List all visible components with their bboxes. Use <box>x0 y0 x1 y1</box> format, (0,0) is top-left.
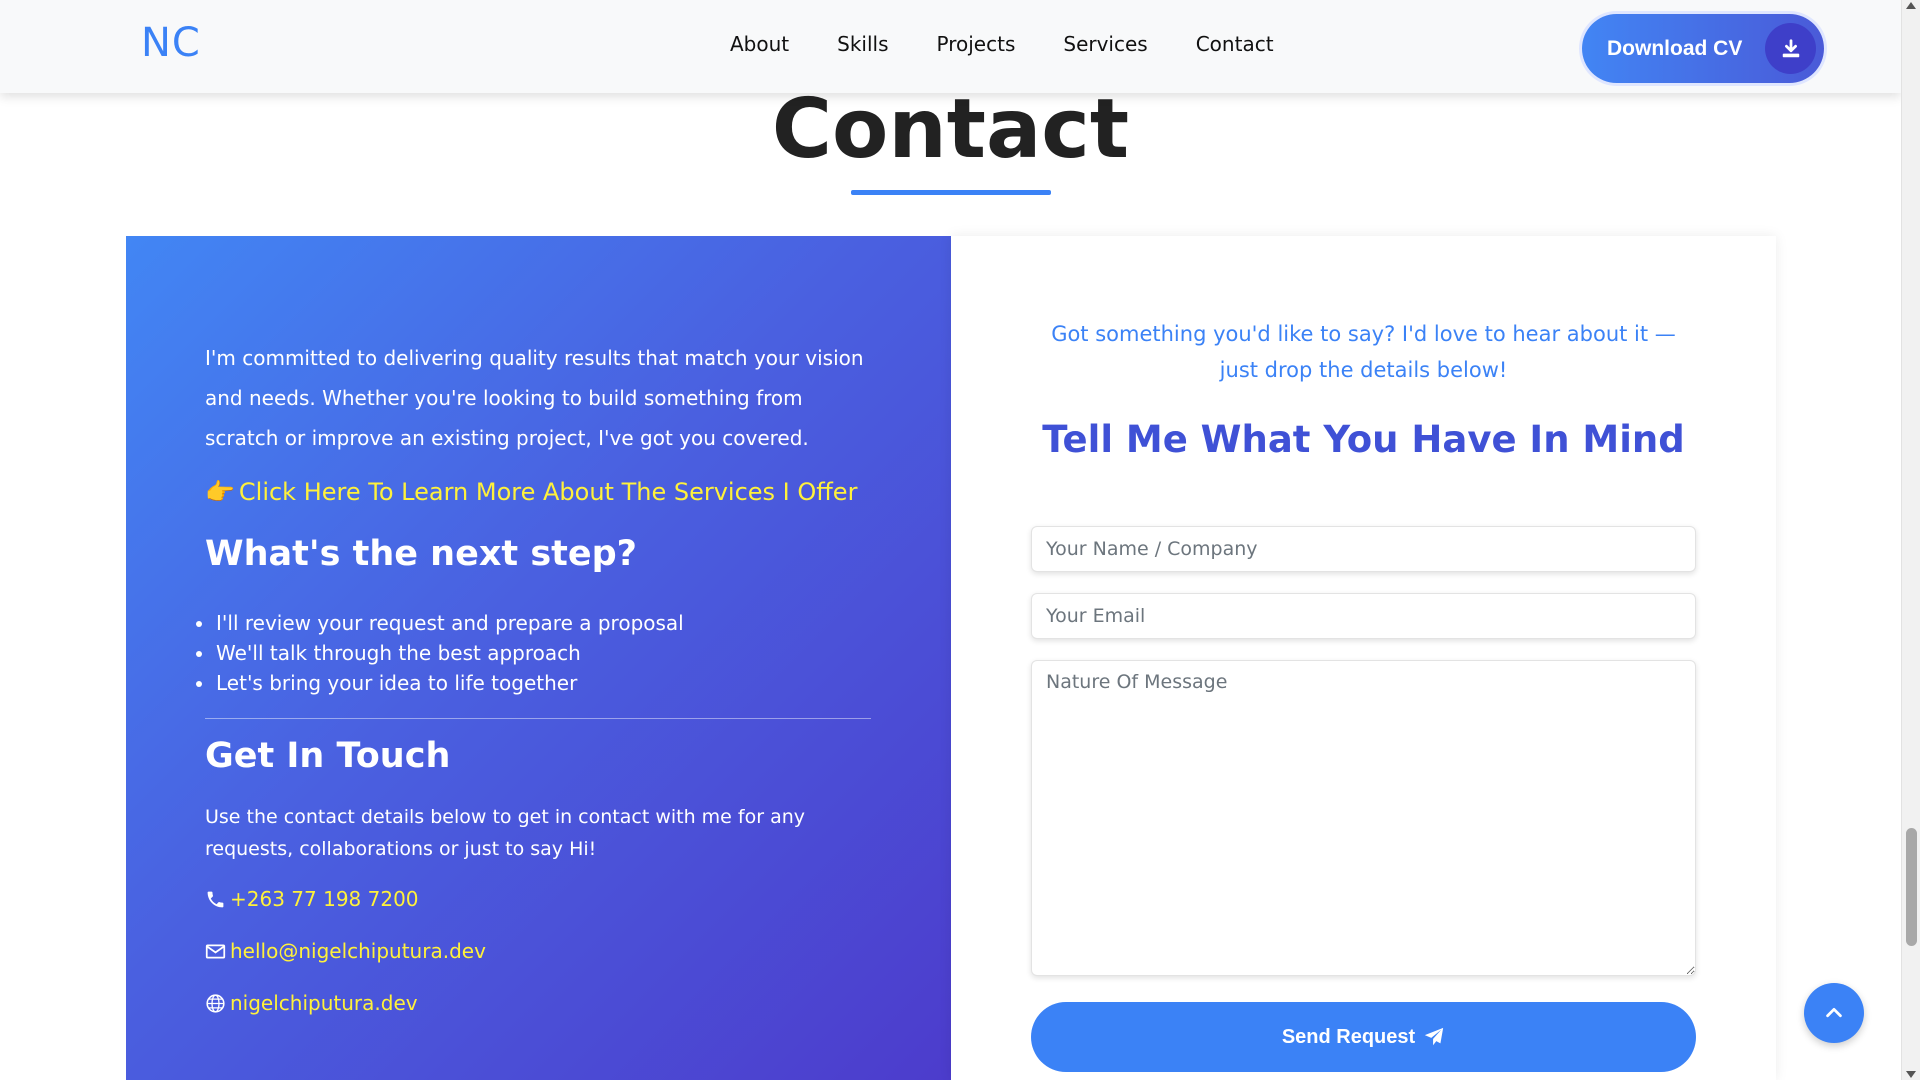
email-link[interactable]: hello@nigelchiputura.dev <box>205 939 486 963</box>
services-link-label: Click Here To Learn More About The Servi… <box>238 478 858 506</box>
list-item: Let's bring your idea to life together <box>196 668 684 698</box>
get-in-touch-heading: Get In Touch <box>205 736 451 776</box>
back-to-top-button[interactable] <box>1804 983 1864 1043</box>
pointing-hand-icon: 👉 <box>205 478 235 506</box>
email-input[interactable] <box>1031 593 1696 639</box>
nav-link-contact[interactable]: Contact <box>1196 32 1274 56</box>
website-url: nigelchiputura.dev <box>230 991 418 1015</box>
get-in-touch-description: Use the contact details below to get in … <box>205 806 806 860</box>
nav-links: About Skills Projects Services Contact <box>730 32 1274 56</box>
chevron-up-icon <box>1826 1007 1842 1018</box>
nav-link-skills[interactable]: Skills <box>837 32 888 56</box>
download-cv-button[interactable]: Download CV <box>1582 14 1824 83</box>
send-request-button[interactable]: Send Request <box>1031 1002 1696 1072</box>
globe-icon <box>206 993 225 1013</box>
intro-text: I'm committed to delivering quality resu… <box>205 346 864 450</box>
steps-list: I'll review your request and prepare a p… <box>196 608 684 698</box>
download-cv-label: Download CV <box>1607 36 1743 60</box>
page-scrollbar[interactable] <box>1901 0 1920 1080</box>
divider <box>205 718 871 719</box>
form-title: Tell Me What You Have In Mind <box>1042 418 1685 461</box>
form-intro: Got something you'd like to say? I'd lov… <box>1051 322 1676 382</box>
logo[interactable]: NC <box>141 20 201 66</box>
nav-link-projects[interactable]: Projects <box>937 32 1016 56</box>
navbar: NC About Skills Projects Services Contac… <box>0 0 1901 93</box>
nav-link-services[interactable]: Services <box>1063 32 1147 56</box>
next-step-heading: What's the next step? <box>205 534 637 574</box>
page-title: Contact <box>771 82 1130 177</box>
paper-plane-icon <box>1425 1027 1444 1046</box>
nav-link-about[interactable]: About <box>730 32 789 56</box>
name-company-input[interactable] <box>1031 526 1696 572</box>
phone-icon <box>207 891 224 907</box>
download-icon <box>1765 23 1816 74</box>
scrollbar-thumb[interactable] <box>1906 828 1917 946</box>
phone-link[interactable]: +263 77 198 7200 <box>205 887 419 911</box>
list-item: We'll talk through the best approach <box>196 638 684 668</box>
website-link[interactable]: nigelchiputura.dev <box>205 991 418 1015</box>
email-address: hello@nigelchiputura.dev <box>230 939 486 963</box>
scroll-up-arrow-icon[interactable] <box>1906 2 1916 9</box>
scroll-down-arrow-icon[interactable] <box>1906 1071 1916 1078</box>
phone-number: +263 77 198 7200 <box>230 887 419 911</box>
envelope-icon <box>205 944 226 958</box>
send-request-label: Send Request <box>1281 1025 1416 1048</box>
contact-form-panel: Got something you'd like to say? I'd lov… <box>951 236 1776 1080</box>
message-textarea[interactable] <box>1031 660 1696 976</box>
services-link[interactable]: 👉 Click Here To Learn More About The Ser… <box>205 478 857 506</box>
list-item: I'll review your request and prepare a p… <box>196 608 684 638</box>
title-underline <box>851 190 1051 195</box>
contact-info-panel: I'm committed to delivering quality resu… <box>126 236 951 1080</box>
